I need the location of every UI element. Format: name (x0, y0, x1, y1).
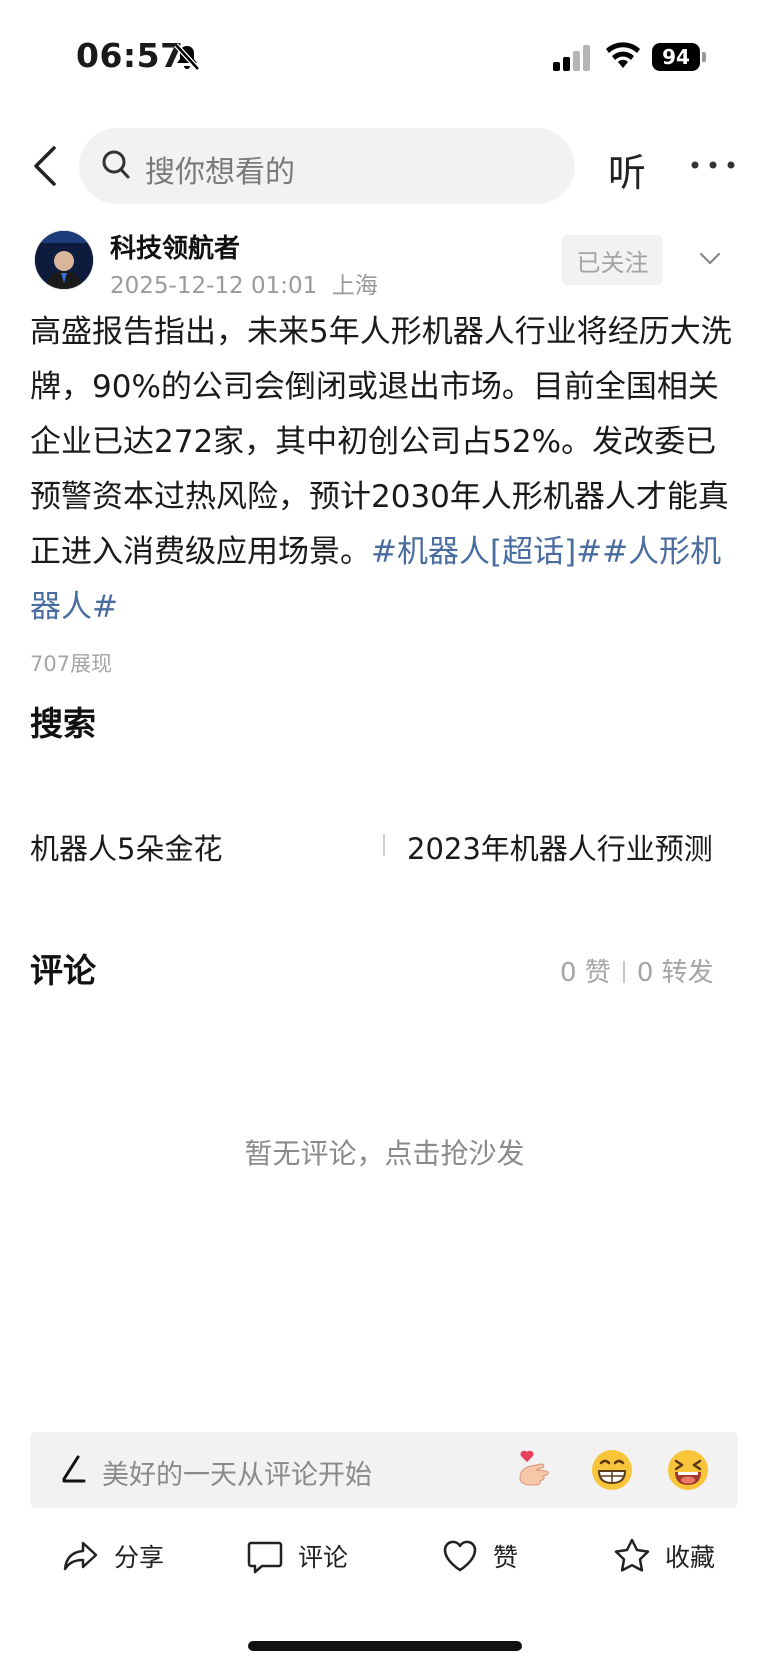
share-button[interactable]: 分享 (62, 1534, 164, 1578)
follow-button[interactable]: 已关注 (562, 235, 663, 285)
no-comments-message[interactable]: 暂无评论，点击抢沙发 (0, 1132, 769, 1172)
comment-input-placeholder: 美好的一天从评论开始 (102, 1460, 372, 1491)
search-icon (102, 150, 130, 179)
share-icon (63, 1541, 98, 1571)
search-placeholder: 搜你想看的 (145, 155, 295, 190)
listen-button[interactable]: 听 (608, 142, 646, 197)
comment-label: 评论 (298, 1543, 349, 1572)
finger-heart-emoji-icon[interactable] (512, 1448, 556, 1492)
post-body: 高盛报告指出，未来5年人形机器人行业将经历大洗牌，90%的公司会倒闭或退出市场。… (30, 305, 740, 635)
favorite-label: 收藏 (665, 1543, 716, 1572)
repost-count[interactable]: 0 转发 (637, 958, 714, 988)
cellular-signal-icon (553, 45, 590, 71)
author-name[interactable]: 科技领航者 (110, 228, 240, 265)
post-stats: 0 赞 0 转发 (560, 952, 714, 989)
comment-icon (247, 1541, 283, 1574)
author-avatar[interactable] (34, 230, 94, 290)
back-arrow-icon[interactable] (30, 144, 60, 188)
post-date: 2025-12-12 01:01 (110, 273, 318, 299)
star-icon (614, 1538, 650, 1572)
like-label: 赞 (493, 1543, 519, 1572)
post-location: 上海 (331, 273, 378, 299)
chevron-down-icon[interactable] (699, 252, 721, 266)
battery-indicator: 94 (652, 43, 706, 71)
share-label: 分享 (114, 1543, 165, 1572)
wifi-icon (606, 42, 640, 68)
view-count: 707展现 (30, 652, 113, 676)
home-indicator[interactable] (248, 1641, 522, 1651)
grinning-face-emoji-icon[interactable] (590, 1448, 634, 1492)
comments-section-title: 评论 (30, 951, 96, 990)
heart-icon (443, 1540, 477, 1572)
pen-icon (62, 1455, 86, 1483)
comment-button[interactable]: 评论 (246, 1534, 348, 1578)
like-button[interactable]: 赞 (441, 1534, 518, 1578)
related-search-item[interactable]: 机器人5朵金花 (30, 826, 222, 868)
related-divider (383, 834, 385, 856)
post-text: 高盛报告指出，未来5年人形机器人行业将经历大洗牌，90%的公司会倒闭或退出市场。… (30, 314, 732, 570)
search-section-title: 搜索 (30, 704, 96, 743)
laughing-face-emoji-icon[interactable] (666, 1448, 710, 1492)
bell-muted-icon (174, 43, 200, 71)
battery-level: 94 (652, 43, 700, 71)
related-search-item[interactable]: 2023年机器人行业预测 (407, 826, 713, 868)
favorite-button[interactable]: 收藏 (613, 1534, 715, 1578)
like-count[interactable]: 0 赞 (560, 958, 611, 988)
status-time: 06:57 (76, 36, 184, 75)
post-meta: 2025-12-12 01:01 上海 (110, 266, 378, 300)
more-options-icon[interactable] (690, 160, 736, 170)
